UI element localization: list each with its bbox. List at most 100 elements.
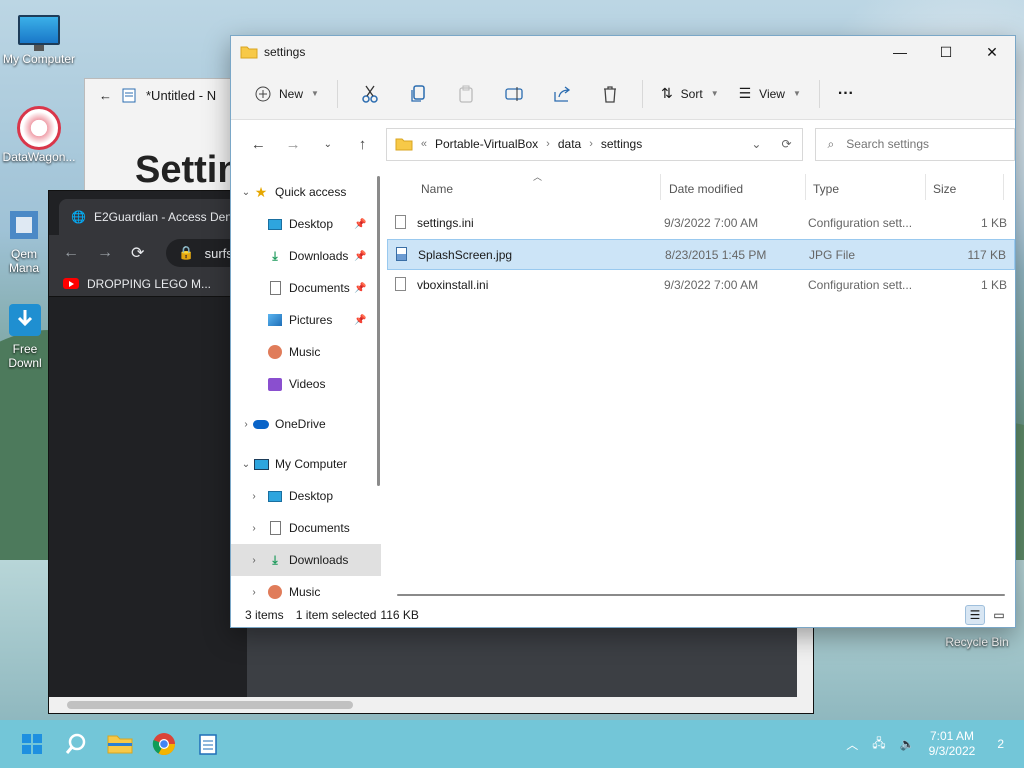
nav-label: Desktop: [289, 489, 334, 503]
column-divider[interactable]: [660, 174, 661, 200]
chevron-right-icon[interactable]: ›: [247, 587, 261, 598]
taskbar-file-explorer[interactable]: [98, 724, 142, 764]
nav-pc-desktop[interactable]: › Desktop: [231, 480, 381, 512]
search-box[interactable]: ⌕: [814, 127, 1016, 161]
breadcrumb-portable-virtualbox[interactable]: Portable-VirtualBox: [435, 137, 538, 151]
start-button[interactable]: [10, 724, 54, 764]
close-button[interactable]: ✕: [969, 36, 1015, 68]
nav-quick-videos[interactable]: Videos: [231, 368, 381, 400]
nav-label: My Computer: [275, 457, 348, 471]
back-arrow-icon[interactable]: ←: [99, 88, 112, 103]
nav-label: Pictures: [289, 313, 333, 327]
file-size: 1 KB: [980, 216, 1007, 230]
nav-quick-music[interactable]: Music: [231, 336, 381, 368]
up-button[interactable]: ↑: [345, 136, 380, 153]
copy-button[interactable]: [394, 79, 442, 109]
breadcrumb-settings[interactable]: settings: [601, 137, 642, 151]
chevron-right-icon[interactable]: ›: [247, 555, 261, 566]
nav-my-computer[interactable]: ⌄ My Computer: [231, 448, 381, 480]
nav-quick-pictures[interactable]: Pictures 📌: [231, 304, 381, 336]
column-divider[interactable]: [805, 174, 806, 200]
delete-button[interactable]: [586, 79, 634, 109]
chevron-up-icon[interactable]: ︿: [846, 736, 858, 753]
overflow-crumb[interactable]: «: [421, 138, 427, 150]
column-divider[interactable]: [1003, 174, 1004, 200]
nav-label: Desktop: [289, 217, 334, 231]
back-button[interactable]: ←: [241, 136, 276, 153]
column-name[interactable]: Name: [421, 182, 453, 196]
cut-button[interactable]: [346, 79, 394, 109]
recent-locations-button[interactable]: ⌄: [310, 139, 345, 150]
file-explorer-window[interactable]: settings — ☐ ✕ New ▼ ⇅ Sort ▼ ☰ View ▼ ·…: [230, 35, 1016, 628]
chevron-right-icon[interactable]: ›: [589, 138, 593, 150]
maximize-button[interactable]: ☐: [923, 36, 969, 68]
bookmark-link[interactable]: DROPPING LEGO M...: [87, 277, 211, 291]
forward-button[interactable]: →: [276, 136, 311, 153]
chevron-down-icon[interactable]: ⌄: [239, 187, 253, 198]
details-view-button[interactable]: ☰: [965, 604, 985, 625]
notepad-icon: [199, 734, 217, 755]
reload-icon[interactable]: ⟳: [131, 243, 144, 263]
search-button[interactable]: [54, 724, 98, 764]
volume-icon[interactable]: 🔈: [900, 737, 915, 751]
desktop-icon-qemu-manager[interactable]: Qem Mana: [0, 205, 48, 275]
nav-quick-access[interactable]: ⌄ ★ Quick access: [231, 176, 381, 208]
browser-tab[interactable]: 🌐 E2Guardian - Access Denie: [59, 199, 259, 235]
chevron-right-icon[interactable]: ›: [239, 419, 253, 430]
file-row[interactable]: vboxinstall.ini 9/3/2022 7:00 AM Configura…: [387, 270, 1015, 301]
column-divider[interactable]: [925, 174, 926, 200]
nav-quick-documents[interactable]: Documents 📌: [231, 272, 381, 304]
share-button[interactable]: [538, 80, 586, 108]
title-bar[interactable]: settings — ☐ ✕: [231, 36, 1015, 68]
nav-pc-documents[interactable]: › Documents: [231, 512, 381, 544]
browser-horizontal-scrollbar[interactable]: [49, 697, 813, 713]
taskbar-notepad[interactable]: [186, 724, 230, 764]
desktop-icon-label: My Computer: [2, 52, 76, 66]
scrollbar-thumb[interactable]: [67, 701, 353, 709]
desktop-icon-datawagon[interactable]: DataWagon...: [0, 106, 78, 164]
chevron-right-icon[interactable]: ›: [247, 523, 261, 534]
tiles-view-button[interactable]: ▭: [989, 605, 1009, 625]
clock[interactable]: 7:01 AM 9/3/2022: [929, 729, 976, 759]
address-history-button[interactable]: ⌄: [751, 137, 761, 151]
search-input[interactable]: [846, 137, 997, 151]
file-date: 9/3/2022 7:00 AM: [664, 216, 759, 230]
desktop-icon-my-computer[interactable]: My Computer: [0, 10, 78, 66]
chevron-right-icon[interactable]: ›: [247, 491, 261, 502]
nav-pc-music[interactable]: › Music: [231, 576, 381, 604]
view-button[interactable]: ☰ View ▼: [729, 79, 811, 108]
desktop-icon-free-download[interactable]: Free Downl: [0, 300, 50, 370]
nav-quick-downloads[interactable]: ⤓ Downloads 📌: [231, 240, 381, 272]
back-icon[interactable]: ←: [63, 244, 79, 262]
chevron-down-icon[interactable]: ⌄: [239, 459, 253, 470]
clock-date: 9/3/2022: [928, 744, 976, 758]
column-date-modified[interactable]: Date modified: [669, 182, 743, 196]
taskbar-chrome[interactable]: [142, 724, 186, 764]
refresh-button[interactable]: ⟳: [781, 137, 791, 151]
plus-circle-icon: [255, 86, 271, 101]
more-options-button[interactable]: ···: [828, 79, 864, 109]
nav-onedrive[interactable]: › OneDrive: [231, 408, 381, 440]
chevron-right-icon[interactable]: ›: [546, 138, 550, 150]
forward-icon[interactable]: →: [97, 244, 113, 262]
file-row[interactable]: settings.ini 9/3/2022 7:00 AM Configuratio…: [387, 208, 1015, 239]
address-bar[interactable]: « Portable-VirtualBox › data › settings …: [385, 127, 803, 161]
music-icon: [267, 345, 283, 359]
column-type[interactable]: Type: [813, 182, 839, 196]
paste-button[interactable]: [442, 79, 490, 109]
nav-quick-desktop[interactable]: Desktop 📌: [231, 208, 381, 240]
command-bar: New ▼ ⇅ Sort ▼ ☰ View ▼ ···: [231, 68, 1015, 120]
column-size[interactable]: Size: [933, 182, 956, 196]
minimize-button[interactable]: —: [877, 36, 923, 68]
new-button[interactable]: New ▼: [245, 80, 329, 108]
nav-pc-downloads[interactable]: › ⤓ Downloads: [231, 544, 381, 576]
file-list-scrollbar[interactable]: [397, 594, 1005, 596]
network-icon[interactable]: 🖧: [872, 734, 885, 755]
rename-button[interactable]: [490, 80, 538, 108]
file-date: 8/23/2015 1:45 PM: [665, 248, 767, 262]
nav-pane-scrollbar[interactable]: [377, 176, 380, 486]
notification-badge[interactable]: 2: [997, 737, 1004, 751]
breadcrumb-data[interactable]: data: [558, 137, 581, 151]
file-row[interactable]: SplashScreen.jpg 8/23/2015 1:45 PM JPG Fil…: [387, 239, 1015, 270]
sort-button[interactable]: ⇅ Sort ▼: [651, 79, 729, 108]
